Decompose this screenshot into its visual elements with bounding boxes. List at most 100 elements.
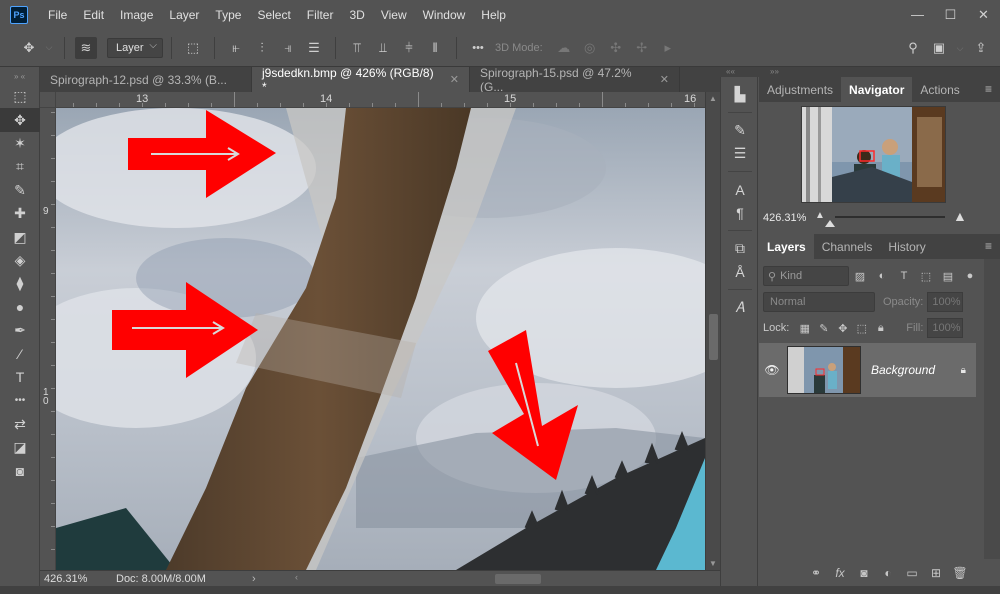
horizontal-scroll-thumb[interactable] <box>495 574 541 584</box>
lock-all-icon[interactable]: 🔒︎ <box>871 322 890 335</box>
type-icon[interactable]: T <box>0 366 40 389</box>
vertical-ruler[interactable]: 9 1 0 <box>40 92 56 570</box>
canvas-horizontal-scrollbar[interactable]: ‹ › <box>295 572 745 585</box>
quick-mask-icon[interactable]: ◙ <box>0 459 40 482</box>
layer-name[interactable]: Background <box>871 363 961 377</box>
type-style-icon[interactable]: 𝐴 <box>721 296 759 319</box>
filter-pixel-icon[interactable]: ▨ <box>849 270 871 283</box>
menu-file[interactable]: File <box>40 8 75 22</box>
zoom-slider-knob[interactable] <box>825 220 835 227</box>
tab-j9sdedkn[interactable]: j9sdedkn.bmp @ 426% (RGB/8) * ✕ <box>252 66 470 94</box>
glyphs-icon[interactable]: Å <box>721 260 759 283</box>
fill-field[interactable]: 100% <box>927 318 964 338</box>
minimize-button[interactable]: — <box>901 0 934 29</box>
tab-adjustments[interactable]: Adjustments <box>759 77 841 102</box>
close-tab-icon[interactable]: ✕ <box>450 73 459 86</box>
tab-actions[interactable]: Actions <box>912 77 967 102</box>
auto-select-target-dropdown[interactable]: Layer <box>107 37 163 58</box>
paragraph-icon[interactable]: ¶ <box>721 201 759 224</box>
dropdown-chevron-icon[interactable]: ⌵ <box>44 37 54 59</box>
distribute-icon[interactable]: ☰ <box>303 37 325 59</box>
auto-select-icon[interactable]: ≋ <box>75 36 97 59</box>
marquee-icon[interactable]: ⬚ <box>0 85 40 108</box>
zoom-level-field[interactable]: 426.31% <box>40 573 110 585</box>
menu-3d[interactable]: 3D <box>341 8 372 22</box>
clone-source-icon[interactable]: ⧉ <box>721 237 759 260</box>
filter-toggle-icon[interactable]: ● <box>959 270 981 282</box>
more-tools-icon[interactable]: ••• <box>0 389 40 412</box>
tab-history[interactable]: History <box>880 234 933 259</box>
opacity-field[interactable]: 100% <box>927 292 964 312</box>
layers-scrollbar[interactable] <box>984 259 1000 559</box>
canvas-vertical-scrollbar[interactable]: ▲ ▼ <box>705 92 720 570</box>
eraser-icon[interactable]: ◩ <box>0 225 40 248</box>
dock-collapse-bar[interactable]: «« »» <box>720 67 1000 77</box>
maximize-button[interactable]: ☐ <box>934 0 967 29</box>
pen-icon[interactable]: ✒ <box>0 319 40 342</box>
filter-adjustment-icon[interactable]: ◐ <box>871 270 893 282</box>
3d-pan-icon[interactable]: ✣ <box>605 37 627 59</box>
adjustment-layer-icon[interactable]: ◐ <box>876 566 900 580</box>
share-icon[interactable]: ⇪ <box>970 37 992 59</box>
magic-wand-icon[interactable]: ✶ <box>0 132 40 155</box>
menu-view[interactable]: View <box>373 8 415 22</box>
lock-artboard-icon[interactable]: ⬚ <box>852 322 871 335</box>
align-top-icon[interactable]: ⫪ <box>346 37 368 59</box>
dodge-icon[interactable]: ● <box>0 296 40 319</box>
delete-layer-icon[interactable]: 🗑︎ <box>948 566 972 580</box>
adjustments-icon[interactable]: ☰ <box>721 142 759 165</box>
align-right-icon[interactable]: ⫣ <box>277 37 299 59</box>
healing-icon[interactable]: ✚ <box>0 202 40 225</box>
kind-filter-dropdown[interactable]: ⚲ Kind <box>763 266 849 286</box>
swap-colors-icon[interactable]: ⇄ <box>0 412 40 435</box>
tab-channels[interactable]: Channels <box>814 234 881 259</box>
align-middle-icon[interactable]: ⫫ <box>372 37 394 59</box>
menu-layer[interactable]: Layer <box>161 8 207 22</box>
menu-window[interactable]: Window <box>415 8 474 22</box>
more-options-icon[interactable]: ••• <box>467 37 489 59</box>
filter-shape-icon[interactable]: ⬚ <box>915 270 937 283</box>
toolbar-collapse-icon[interactable]: » « <box>0 67 39 85</box>
zoom-in-icon[interactable]: ▲ <box>953 208 967 224</box>
menu-filter[interactable]: Filter <box>299 8 342 22</box>
brush-settings-icon[interactable]: ✎ <box>721 119 759 142</box>
eyedropper-icon[interactable]: ⁄ <box>0 342 40 365</box>
ruler-origin[interactable] <box>40 92 56 108</box>
lock-position-icon[interactable]: ✥ <box>833 322 852 335</box>
lock-transparent-icon[interactable]: ▦ <box>795 322 814 335</box>
crop-icon[interactable]: ⌗ <box>0 155 40 178</box>
move-tool-preset-icon[interactable]: ✥ <box>18 37 40 59</box>
menu-type[interactable]: Type <box>207 8 249 22</box>
character-icon[interactable]: A <box>721 178 759 201</box>
distribute-vertical-icon[interactable]: ‖ <box>424 37 446 59</box>
3d-scale-icon[interactable]: ▸ <box>657 37 679 59</box>
align-left-icon[interactable]: ⫦ <box>225 37 247 59</box>
menu-select[interactable]: Select <box>249 8 298 22</box>
zoom-out-icon[interactable]: ▲ <box>815 210 825 221</box>
3d-roll-icon[interactable]: ◎ <box>579 37 601 59</box>
scroll-left-icon[interactable]: ‹ <box>295 572 298 582</box>
brush-icon[interactable]: ✎ <box>0 179 40 202</box>
lock-paint-icon[interactable]: ✎ <box>814 322 833 335</box>
filter-type-icon[interactable]: T <box>893 270 915 282</box>
tab-navigator[interactable]: Navigator <box>841 77 913 102</box>
collapse-icon[interactable]: »» <box>770 67 779 76</box>
3d-orbit-icon[interactable]: ☁ <box>553 37 575 59</box>
filter-smart-object-icon[interactable]: ▤ <box>937 270 959 283</box>
transform-controls-icon[interactable]: ⬚ <box>182 37 204 59</box>
status-menu-arrow[interactable]: › <box>252 573 256 585</box>
blend-mode-dropdown[interactable]: Normal <box>763 292 875 312</box>
paint-bucket-icon[interactable]: ◈ <box>0 249 40 272</box>
menu-edit[interactable]: Edit <box>75 8 112 22</box>
menu-help[interactable]: Help <box>473 8 514 22</box>
panel-menu-icon[interactable]: ≡ <box>985 82 992 96</box>
navigator-zoom-value[interactable]: 426.31% <box>763 212 806 224</box>
search-icon[interactable]: ⚲ <box>902 37 924 59</box>
collapse-icon[interactable]: «« <box>726 67 735 76</box>
color-swatches-icon[interactable]: ◪ <box>0 436 40 459</box>
menu-image[interactable]: Image <box>112 8 161 22</box>
navigator-zoom-slider[interactable] <box>835 216 945 218</box>
vertical-scroll-thumb[interactable] <box>709 314 718 360</box>
blur-icon[interactable]: ⧫ <box>0 272 40 295</box>
align-bottom-icon[interactable]: ⫩ <box>398 37 420 59</box>
